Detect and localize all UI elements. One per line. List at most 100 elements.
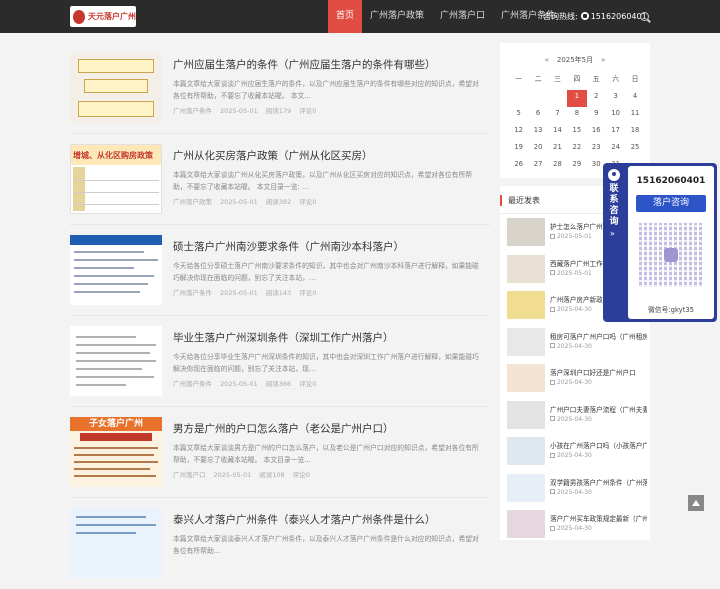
contact-widget-toggle[interactable]: 联系咨询 » xyxy=(603,163,625,322)
recent-post-title[interactable]: 小孩在广州落户口吗（小孩落户广州） xyxy=(550,440,647,450)
article-comments: 评论0 xyxy=(292,471,310,479)
contact-phone[interactable]: 15162060401 xyxy=(628,176,714,186)
article-category[interactable]: 广州落户条件 xyxy=(173,380,212,388)
calendar-icon xyxy=(550,525,555,531)
calendar-day[interactable]: 9 xyxy=(587,107,606,124)
calendar-day[interactable]: 11 xyxy=(625,107,644,124)
recent-post-date: 2025-04-30 xyxy=(550,306,592,313)
calendar-week: 5 6 7 8 9 10 11 xyxy=(509,107,645,124)
logo-text: 天元落户广州 xyxy=(88,12,136,21)
calendar-day[interactable]: 28 xyxy=(548,158,567,175)
collapse-arrow-icon[interactable]: » xyxy=(610,230,618,238)
calendar-day[interactable]: 17 xyxy=(606,124,625,141)
article-thumbnail[interactable]: 增城、从化区购房政策 xyxy=(70,144,162,214)
article-thumbnail[interactable]: 子女落户广州 xyxy=(70,417,162,487)
article-title[interactable]: 广州从化买房落户政策（广州从化区买房） xyxy=(173,148,493,163)
article-thumbnail[interactable] xyxy=(70,53,162,123)
article-category[interactable]: 广州落户口 xyxy=(173,471,206,479)
search-icon[interactable] xyxy=(640,12,649,21)
calendar-next-button[interactable]: » xyxy=(593,56,613,64)
recent-post-thumbnail[interactable] xyxy=(507,291,545,319)
recent-post-title[interactable]: 租房可落户广州户口吗（广州租房落户） xyxy=(550,331,647,341)
article-thumbnail[interactable] xyxy=(70,235,162,305)
calendar-day[interactable]: 25 xyxy=(625,141,644,158)
calendar-day[interactable]: 2 xyxy=(587,90,606,107)
calendar-day[interactable]: 10 xyxy=(606,107,625,124)
article-meta: 广州落户条件 2025-05-01 阅读143 评论0 xyxy=(173,287,324,297)
recent-post-item[interactable]: 双学籍男孩落户广州条件（广州落户）2025-04-30 xyxy=(507,473,647,506)
article-category[interactable]: 广州落户条件 xyxy=(173,289,212,297)
calendar-day[interactable]: 1 xyxy=(567,90,587,107)
article-excerpt: 今天给各位分享硕士落户广州南沙要求条件的知识，其中也会对广州南沙本科落户进行解释… xyxy=(173,262,479,282)
article-title[interactable]: 毕业生落户广州深圳条件（深圳工作广州落户） xyxy=(173,330,493,345)
site-logo[interactable]: 天元落户广州 xyxy=(70,6,136,27)
calendar-day[interactable]: 14 xyxy=(548,124,567,141)
nav-item-policy[interactable]: 广州落户政策 xyxy=(362,0,432,33)
recent-post-title[interactable]: 广州户口夫妻落户流程（广州夫妻投靠） xyxy=(550,404,647,414)
calendar-day[interactable]: 27 xyxy=(528,158,547,175)
calendar-day[interactable]: 6 xyxy=(528,107,547,124)
recent-post-title[interactable]: 双学籍男孩落户广州条件（广州落户） xyxy=(550,477,647,487)
article-thumbnail[interactable] xyxy=(70,508,162,578)
article-title[interactable]: 硕士落户广州南沙要求条件（广州南沙本科落户） xyxy=(173,239,493,254)
article-views: 阅读143 xyxy=(265,289,292,297)
calendar-day[interactable]: 15 xyxy=(567,124,586,141)
article-category[interactable]: 广州落户政策 xyxy=(173,198,212,206)
calendar-day[interactable]: 23 xyxy=(587,141,606,158)
calendar-day[interactable]: 7 xyxy=(548,107,567,124)
article-thumbnail[interactable] xyxy=(70,326,162,396)
article-title[interactable]: 男方是广州的户口怎么落户（老公是广州户口） xyxy=(173,421,493,436)
calendar-day[interactable]: 24 xyxy=(606,141,625,158)
calendar-day[interactable]: 13 xyxy=(528,124,547,141)
calendar-grid: 一二三四五六日 1 2 3 4 5 6 7 8 9 10 11 12 13 14 15 16 17 18 19 20 21… xyxy=(509,73,645,175)
calendar-day[interactable]: 29 xyxy=(567,158,586,175)
recent-post-date-text: 2025-04-30 xyxy=(557,415,592,423)
recent-post-thumbnail[interactable] xyxy=(507,218,545,246)
recent-post-item[interactable]: 小孩在广州落户口吗（小孩落户广州） 2025-04-30 xyxy=(507,437,647,469)
calendar-icon xyxy=(550,489,555,494)
recent-post-thumbnail[interactable] xyxy=(507,473,545,502)
recent-post-date-text: 2025-04-30 xyxy=(557,488,592,496)
calendar-day[interactable]: 3 xyxy=(606,90,625,107)
consult-button[interactable]: 落户咨询 xyxy=(636,195,706,212)
recent-post-thumbnail[interactable] xyxy=(507,327,545,356)
article-excerpt: 本篇文章给大家谈谈泰兴人才落户广州条件，以及泰兴人才落户广州条件是什么对应的知识… xyxy=(173,535,479,555)
recent-post-thumbnail[interactable] xyxy=(507,437,545,465)
article-category[interactable]: 广州落户条件 xyxy=(173,107,212,115)
recent-post-thumbnail[interactable] xyxy=(507,364,545,392)
recent-post-thumbnail[interactable] xyxy=(507,510,545,538)
recent-post-date: 2025-04-30 xyxy=(550,452,592,459)
article-title[interactable]: 广州应届生落户的条件（广州应届生落户的条件有哪些） xyxy=(173,57,493,72)
calendar-day[interactable]: 18 xyxy=(625,124,644,141)
calendar-prev-button[interactable]: « xyxy=(537,56,557,64)
article-meta: 广州落户条件 2025-05-01 阅读179 评论0 xyxy=(173,105,324,115)
wechat-id: 微信号:gkyt35 xyxy=(647,306,695,314)
recent-post-thumbnail[interactable] xyxy=(507,254,545,283)
recent-post-item[interactable]: 广州户口夫妻落户流程（广州夫妻投靠）2025-04-30 xyxy=(507,400,647,433)
nav-item-home[interactable]: 首页 xyxy=(328,0,363,33)
calendar-day[interactable]: 20 xyxy=(528,141,547,158)
calendar-day[interactable]: 19 xyxy=(509,141,528,158)
article-date: 2025-05-01 xyxy=(213,471,252,479)
calendar-day[interactable]: 21 xyxy=(548,141,567,158)
calendar-weekday: 三 xyxy=(554,75,561,83)
hotline-number[interactable]: 15162060401 xyxy=(591,12,647,21)
recent-post-title[interactable]: 落户深圳户口好还是广州户口 xyxy=(550,367,647,377)
calendar-day[interactable]: 8 xyxy=(567,107,586,124)
calendar-day[interactable]: 16 xyxy=(587,124,606,141)
calendar-day[interactable]: 26 xyxy=(509,158,528,175)
calendar-day[interactable]: 12 xyxy=(509,124,528,141)
calendar-icon xyxy=(550,416,555,421)
calendar-day[interactable]: 22 xyxy=(567,141,586,158)
calendar-month: 2025年5月 xyxy=(556,56,594,64)
article-title[interactable]: 泰兴人才落户广州条件（泰兴人才落户广州条件是什么） xyxy=(173,512,493,527)
recent-post-title[interactable]: 落户广州买车政策规定最新（广州买车） xyxy=(550,513,647,523)
recent-post-item[interactable]: 落户广州买车政策规定最新（广州买车） 2025-04-30 xyxy=(507,510,647,542)
recent-post-thumbnail[interactable] xyxy=(507,400,545,429)
back-to-top-button[interactable] xyxy=(688,495,704,511)
recent-post-item[interactable]: 租房可落户广州户口吗（广州租房落户）2025-04-30 xyxy=(507,327,647,360)
recent-post-item[interactable]: 落户深圳户口好还是广州户口 2025-04-30 xyxy=(507,364,647,396)
calendar-day[interactable]: 5 xyxy=(509,107,528,124)
nav-item-hukou[interactable]: 广州落户口 xyxy=(432,0,493,33)
calendar-day[interactable]: 4 xyxy=(625,90,644,107)
